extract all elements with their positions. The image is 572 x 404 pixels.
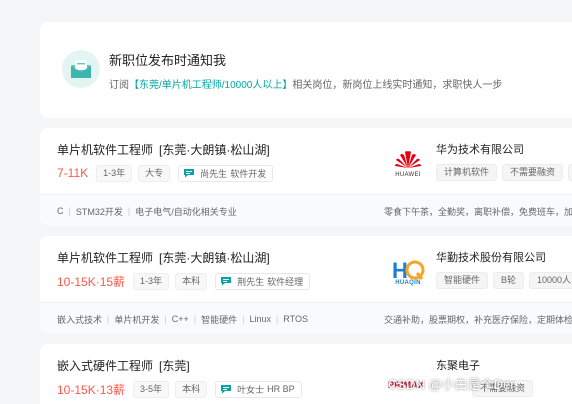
skill-tag: Linux xyxy=(249,314,271,324)
recruiter-chat-button[interactable]: 尚先生 软件开发 xyxy=(178,164,274,182)
job-card[interactable]: 单片机软件工程师 [东莞·大朗镇·松山湖] 7-11K 1-3年 大专 尚先生 软件… xyxy=(40,128,572,226)
job-meta: 7-11K 1-3年 大专 尚先生 软件开发 xyxy=(57,164,274,182)
job-salary: 10-15K·15薪 xyxy=(57,274,126,289)
skill-tags: 嵌入式技术 | 单片机开发 | C++ | 智能硬件 | Linux | RTOS xyxy=(57,314,308,325)
skill-tag: C xyxy=(57,206,64,216)
industry-tag: 智能硬件 xyxy=(436,272,489,289)
industry-tag: 计算机软件 xyxy=(436,164,498,181)
company-tags: 智能硬件 B轮 10000人以上 xyxy=(436,272,572,289)
job-location: [东莞·大朗镇·松山湖] xyxy=(159,143,270,157)
job-meta: 10-15K·15薪 1-3年 本科 荆先生 软件经理 xyxy=(57,272,311,290)
size-tag: 1 xyxy=(568,164,572,181)
subscribe-keywords-link[interactable]: 【东莞/单片机工程师/10000人以上】 xyxy=(129,80,292,91)
logo-wordmark: HUAWEI xyxy=(395,172,421,178)
recruiter-name: 荆先生 xyxy=(237,276,265,287)
skill-tag: 嵌入式技术 xyxy=(57,314,103,325)
welfare-text: 零食下午茶，全勤奖，离职补偿，免费班车，加 xyxy=(384,206,572,217)
recruiter-name: 叶女士 xyxy=(237,384,265,395)
education-tag: 大专 xyxy=(138,164,171,182)
funding-tag: 不需要融资 xyxy=(502,164,564,181)
education-tag: 本科 xyxy=(175,272,208,290)
funding-tag: B轮 xyxy=(493,272,525,289)
job-title[interactable]: 嵌入式硬件工程师 [东莞] xyxy=(57,357,190,374)
company-name[interactable]: 华勤技术股份有限公司 xyxy=(436,249,546,265)
skill-tag: C++ xyxy=(171,314,189,324)
recruiter-role: HR BP xyxy=(267,384,295,394)
job-card[interactable]: 单片机软件工程师 [东莞·大朗镇·松山湖] 10-15K·15薪 1-3年 本科 … xyxy=(40,236,572,334)
company-logo-huawei[interactable]: HUAWEI xyxy=(388,144,428,184)
skill-tag: RTOS xyxy=(283,314,308,324)
skill-tags: C | STM32开发 | 电子电气/自动化相关专业 xyxy=(57,206,237,217)
recruiter-name: 尚先生 xyxy=(200,168,228,179)
chat-bubble-icon xyxy=(221,385,232,394)
skill-tag: 单片机开发 xyxy=(114,314,160,325)
subscribe-description: 订阅【东莞/单片机工程师/10000人以上】相关岗位，新岗位上线实时通知，求职快… xyxy=(109,80,503,91)
job-location: [东莞] xyxy=(159,359,190,373)
skill-tag: 电子电气/自动化相关专业 xyxy=(135,206,237,217)
chat-bubble-icon xyxy=(221,277,232,286)
company-tags: 计算机软件 不需要融资 1 xyxy=(436,164,572,181)
job-salary: 10-15K·13薪 xyxy=(57,382,126,397)
education-tag: 本科 xyxy=(175,380,208,398)
chat-bubble-icon xyxy=(184,169,195,178)
experience-tag: 3-5年 xyxy=(133,380,170,398)
csdn-watermark: CSDN @小白是个Der xyxy=(388,377,515,392)
subscribe-title: 新职位发布时通知我 xyxy=(109,53,227,68)
recruiter-role: 软件经理 xyxy=(267,276,304,287)
welfare-text: 交通补助，股票期权，补充医疗保险，定期体检 xyxy=(384,314,572,325)
logo-wordmark: HUAQIN xyxy=(395,280,421,286)
job-card-footer: C | STM32开发 | 电子电气/自动化相关专业 零食下午茶，全勤奖，离职补偿，… xyxy=(40,194,572,226)
company-name[interactable]: 东聚电子 xyxy=(436,357,480,373)
company-name[interactable]: 华为技术有限公司 xyxy=(436,141,524,157)
job-title[interactable]: 单片机软件工程师 [东莞·大朗镇·松山湖] xyxy=(57,141,270,158)
job-title[interactable]: 单片机软件工程师 [东莞·大朗镇·松山湖] xyxy=(57,249,270,266)
recruiter-role: 软件开发 xyxy=(230,168,267,179)
job-meta: 10-15K·13薪 3-5年 本科 叶女士 HR BP xyxy=(57,380,302,398)
job-salary: 7-11K xyxy=(57,166,89,180)
recruiter-chat-button[interactable]: 荆先生 软件经理 xyxy=(215,272,311,290)
recruiter-chat-button[interactable]: 叶女士 HR BP xyxy=(215,380,302,398)
subscribe-banner[interactable]: 新职位发布时通知我 订阅【东莞/单片机工程师/10000人以上】相关岗位，新岗位… xyxy=(40,22,572,118)
job-card-footer: 嵌入式技术 | 单片机开发 | C++ | 智能硬件 | Linux | RTOS 交通补… xyxy=(40,302,572,334)
experience-tag: 1-3年 xyxy=(133,272,170,290)
size-tag: 10000人以上 xyxy=(529,272,572,289)
skill-tag: STM32开发 xyxy=(75,206,123,217)
mail-notify-icon xyxy=(62,50,100,88)
skill-tag: 智能硬件 xyxy=(201,314,238,325)
company-logo-huaqin[interactable]: H HUAQIN xyxy=(388,252,428,292)
experience-tag: 1-3年 xyxy=(96,164,133,182)
job-location: [东莞·大朗镇·松山湖] xyxy=(159,251,270,265)
